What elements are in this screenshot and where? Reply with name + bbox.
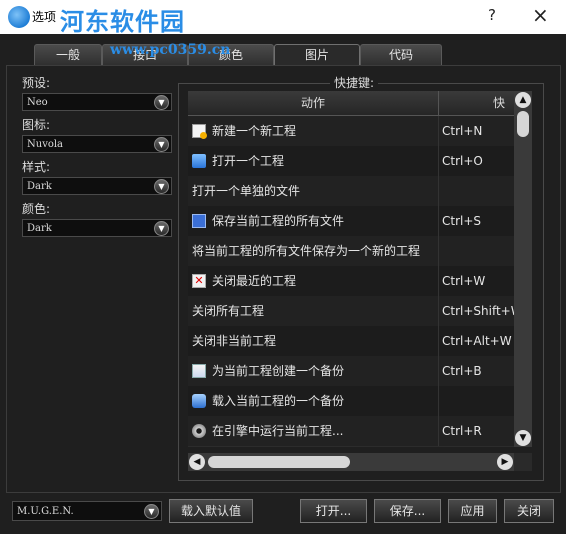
preset-value: Neo bbox=[27, 97, 48, 108]
tab-interface[interactable]: 接口 bbox=[102, 44, 188, 66]
table-header: 动作 快捷 bbox=[188, 91, 514, 134]
scroll-up-icon[interactable]: ▲ bbox=[515, 92, 531, 108]
table-row[interactable]: ✕ 关闭最近的工程 Ctrl+W bbox=[188, 266, 514, 297]
scroll-down-icon[interactable]: ▼ bbox=[515, 430, 531, 446]
column-header-shortcut[interactable]: 快捷 bbox=[493, 91, 514, 134]
row-shortcut: Ctrl+B bbox=[442, 364, 482, 378]
color-select[interactable]: Dark ▼ bbox=[22, 219, 172, 237]
window-title: 选项 bbox=[32, 10, 57, 24]
chevron-down-icon: ▼ bbox=[154, 137, 169, 152]
scroll-corner bbox=[514, 453, 532, 471]
row-shortcut: Ctrl+Alt+W bbox=[442, 334, 512, 348]
title-bar: 选项 河东软件园 ? × bbox=[0, 0, 566, 36]
table-row[interactable]: 打开一个工程 Ctrl+O bbox=[188, 146, 514, 177]
row-action: 将当前工程的所有文件保存为一个新的工程 bbox=[192, 244, 421, 258]
row-shortcut: Ctrl+O bbox=[442, 154, 483, 168]
row-shortcut: Ctrl+S bbox=[442, 214, 482, 228]
backup-icon bbox=[192, 363, 206, 378]
row-shortcut: Ctrl+R bbox=[442, 424, 482, 438]
icon-set-value: Nuvola bbox=[27, 139, 64, 150]
new-project-icon bbox=[192, 123, 207, 139]
tab-code[interactable]: 代码 bbox=[360, 44, 442, 66]
help-button[interactable]: ? bbox=[488, 6, 496, 24]
row-action: 关闭所有工程 bbox=[192, 304, 265, 318]
color-label: 颜色: bbox=[22, 202, 51, 216]
icon-label: 图标: bbox=[22, 118, 51, 132]
table-row[interactable]: 关闭非当前工程 Ctrl+Alt+W bbox=[188, 326, 514, 357]
style-value: Dark bbox=[27, 181, 52, 192]
preset-label: 预设: bbox=[22, 76, 51, 90]
close-button[interactable]: 关闭 bbox=[504, 499, 554, 523]
engine-value: M.U.G.E.N. bbox=[17, 506, 74, 517]
table-row[interactable]: 保存当前工程的所有文件 Ctrl+S bbox=[188, 206, 514, 237]
horizontal-scroll-thumb[interactable] bbox=[208, 456, 350, 468]
table-row[interactable]: 在引擎中运行当前工程... Ctrl+R bbox=[188, 416, 514, 447]
scroll-right-icon[interactable]: ▶ bbox=[497, 454, 513, 470]
shortcuts-group-title: 快捷键: bbox=[330, 74, 379, 91]
row-action: 保存当前工程的所有文件 bbox=[212, 214, 345, 228]
apply-button[interactable]: 应用 bbox=[448, 499, 497, 523]
tab-images[interactable]: 图片 bbox=[274, 44, 360, 66]
style-label: 样式: bbox=[22, 160, 51, 174]
table-row[interactable]: 新建一个新工程 Ctrl+N bbox=[188, 116, 514, 147]
table-row[interactable]: 将当前工程的所有文件保存为一个新的工程 bbox=[188, 236, 514, 267]
style-select[interactable]: Dark ▼ bbox=[22, 177, 172, 195]
engine-select[interactable]: M.U.G.E.N. ▼ bbox=[12, 501, 162, 521]
app-icon bbox=[8, 6, 30, 28]
shortcuts-table: 动作 快捷 新建一个新工程 Ctrl+N 打开一个工程 Ctrl+O 打开一个单… bbox=[188, 91, 514, 447]
vertical-scrollbar[interactable]: ▲ ▼ bbox=[514, 91, 532, 447]
preset-select[interactable]: Neo ▼ bbox=[22, 93, 172, 111]
chevron-down-icon: ▼ bbox=[154, 221, 169, 236]
scroll-left-icon[interactable]: ◀ bbox=[189, 454, 205, 470]
gear-icon bbox=[192, 423, 206, 438]
save-button[interactable]: 保存... bbox=[374, 499, 441, 523]
row-action: 新建一个新工程 bbox=[212, 124, 297, 138]
icon-set-select[interactable]: Nuvola ▼ bbox=[22, 135, 172, 153]
table-row[interactable]: 为当前工程创建一个备份 Ctrl+B bbox=[188, 356, 514, 387]
tab-colors[interactable]: 颜色 bbox=[188, 44, 274, 66]
open-project-icon bbox=[192, 153, 206, 168]
row-action: 打开一个单独的文件 bbox=[192, 184, 301, 198]
row-action: 关闭最近的工程 bbox=[212, 274, 297, 288]
vertical-scroll-thumb[interactable] bbox=[517, 111, 529, 137]
row-action: 在引擎中运行当前工程... bbox=[212, 424, 344, 438]
load-backup-icon bbox=[192, 393, 206, 408]
row-action: 载入当前工程的一个备份 bbox=[212, 394, 345, 408]
chevron-down-icon: ▼ bbox=[144, 504, 159, 519]
table-row[interactable]: 载入当前工程的一个备份 bbox=[188, 386, 514, 417]
tab-general[interactable]: 一般 bbox=[34, 44, 102, 66]
open-button[interactable]: 打开... bbox=[300, 499, 367, 523]
row-shortcut: Ctrl+N bbox=[442, 124, 483, 138]
row-shortcut: Ctrl+W bbox=[442, 274, 486, 288]
close-project-icon: ✕ bbox=[192, 273, 206, 288]
chevron-down-icon: ▼ bbox=[154, 95, 169, 110]
watermark-logo: 河东软件园 bbox=[60, 7, 185, 36]
row-action: 为当前工程创建一个备份 bbox=[212, 364, 345, 378]
table-row[interactable]: 打开一个单独的文件 bbox=[188, 176, 514, 207]
chevron-down-icon: ▼ bbox=[154, 179, 169, 194]
close-window-button[interactable]: × bbox=[532, 3, 549, 27]
table-row[interactable]: 关闭所有工程 Ctrl+Shift+W bbox=[188, 296, 514, 327]
row-action: 关闭非当前工程 bbox=[192, 334, 277, 348]
color-value: Dark bbox=[27, 223, 52, 234]
row-action: 打开一个工程 bbox=[212, 154, 285, 168]
column-header-action[interactable]: 动作 bbox=[188, 91, 439, 115]
save-icon bbox=[192, 213, 206, 228]
horizontal-scrollbar[interactable]: ◀ ▶ bbox=[188, 453, 514, 471]
load-default-button[interactable]: 载入默认值 bbox=[169, 499, 253, 523]
row-shortcut: Ctrl+Shift+W bbox=[442, 304, 514, 318]
